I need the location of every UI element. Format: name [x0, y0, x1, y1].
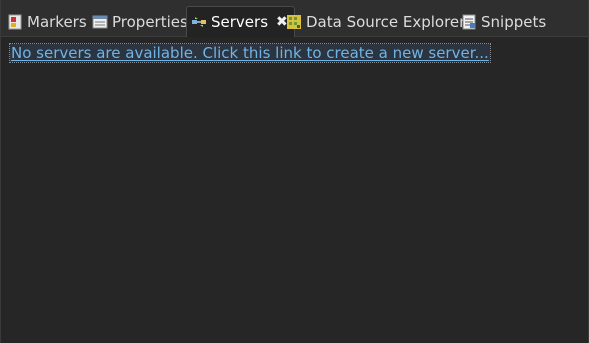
data-source-explorer-icon — [286, 14, 302, 30]
tab-data-source-explorer[interactable]: Data Source Explorer — [286, 6, 465, 37]
servers-content-area: No servers are available. Click this lin… — [1, 37, 588, 343]
tab-properties[interactable]: Properties — [92, 6, 188, 37]
servers-view-panel: Markers Properties Servers ✖ Data Source… — [0, 0, 589, 343]
tab-label: Snippets — [481, 12, 547, 31]
tab-label: Markers — [27, 12, 87, 31]
view-tab-bar: Markers Properties Servers ✖ Data Source… — [1, 0, 588, 37]
tab-label: Properties — [112, 12, 188, 31]
tab-label: Servers — [211, 13, 269, 31]
markers-icon — [7, 14, 23, 30]
tab-label: Data Source Explorer — [306, 12, 466, 31]
servers-icon — [191, 14, 207, 30]
snippets-icon — [461, 14, 477, 30]
create-server-link[interactable]: No servers are available. Click this lin… — [9, 43, 491, 63]
tab-snippets[interactable]: Snippets — [461, 6, 546, 37]
tab-markers[interactable]: Markers — [7, 6, 87, 37]
properties-icon — [92, 14, 108, 30]
tab-servers[interactable]: Servers ✖ — [186, 6, 295, 37]
